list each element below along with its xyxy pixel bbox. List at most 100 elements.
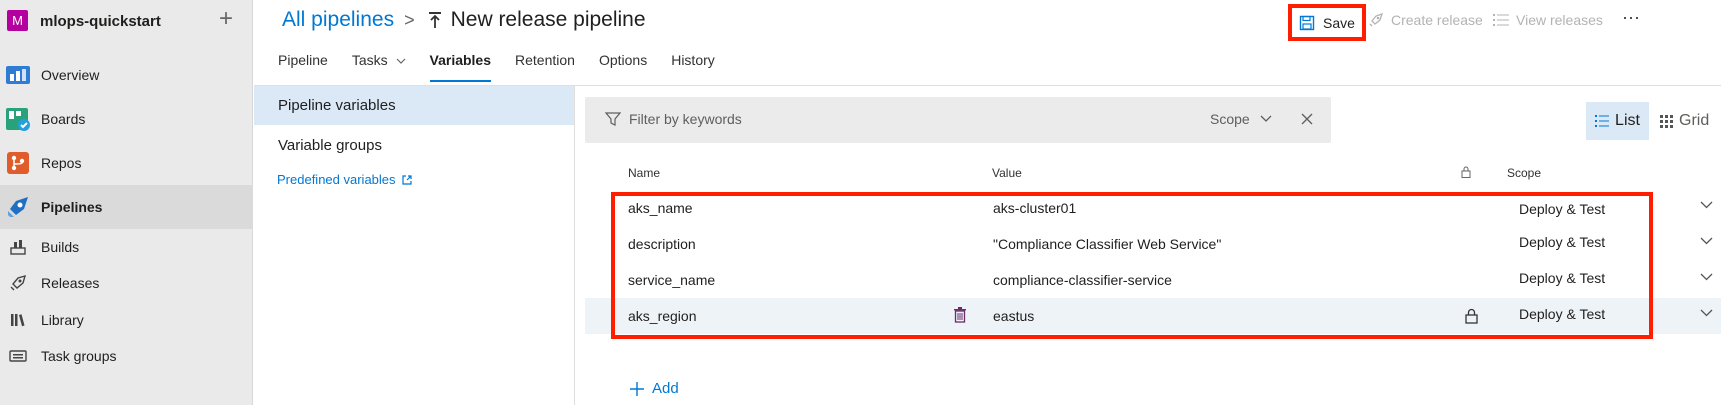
tab-history[interactable]: History <box>671 52 715 84</box>
view-releases-label: View releases <box>1516 12 1603 28</box>
repos-icon <box>7 152 29 174</box>
nav-item-releases[interactable]: Releases <box>0 265 253 301</box>
add-variable-button[interactable]: Add <box>630 380 679 397</box>
left-navigation: M mlops-quickstart + Overview Boards Rep… <box>0 0 253 405</box>
tab-options[interactable]: Options <box>599 52 647 84</box>
list-view-label: List <box>1615 112 1640 129</box>
nav-item-library[interactable]: Library <box>0 302 253 338</box>
chevron-down-icon[interactable] <box>1700 273 1713 281</box>
breadcrumb-all-pipelines[interactable]: All pipelines <box>282 8 394 32</box>
more-actions-icon[interactable]: ⋯ <box>1622 8 1641 29</box>
list-view-button[interactable]: List <box>1586 102 1649 140</box>
save-button[interactable]: Save <box>1288 4 1366 41</box>
variable-value[interactable]: aks-cluster01 <box>993 200 1076 216</box>
nav-label: Pipelines <box>41 199 103 215</box>
chevron-down-icon[interactable] <box>1700 309 1713 317</box>
column-header-name: Name <box>628 166 661 180</box>
table-row[interactable]: description "Compliance Classifier Web S… <box>585 226 1721 262</box>
variable-name[interactable]: service_name <box>628 272 715 288</box>
library-icon <box>11 314 25 327</box>
tab-tasks-label: Tasks <box>351 52 388 68</box>
tab-pipeline[interactable]: Pipeline <box>278 52 328 84</box>
org-header[interactable]: M mlops-quickstart + <box>0 0 253 44</box>
variable-scope[interactable]: Deploy & Test <box>1519 234 1605 250</box>
list-icon <box>1493 14 1509 26</box>
plus-icon <box>630 381 644 396</box>
overview-icon <box>6 66 30 84</box>
scope-dropdown[interactable]: Scope <box>1210 111 1272 127</box>
task-groups-icon <box>9 350 27 362</box>
grid-view-label: Grid <box>1679 112 1710 129</box>
variable-value[interactable]: eastus <box>993 308 1034 324</box>
save-icon <box>1299 15 1315 30</box>
create-release-button[interactable]: Create release <box>1368 12 1483 28</box>
view-releases-button[interactable]: View releases <box>1493 12 1603 28</box>
table-row[interactable]: aks_name aks-cluster01 Deploy & Test <box>585 190 1721 226</box>
external-link-icon <box>401 174 412 185</box>
nav-item-builds[interactable]: Builds <box>0 229 253 265</box>
tab-tasks[interactable]: Tasks <box>352 52 406 84</box>
tab-bar: Pipeline Tasks Variables Retention Optio… <box>278 52 739 84</box>
nav-item-repos[interactable]: Repos <box>0 141 253 185</box>
nav-item-boards[interactable]: Boards <box>0 97 253 141</box>
predefined-variables-link[interactable]: Predefined variables <box>277 172 412 187</box>
pipeline-variables-item[interactable]: Pipeline variables <box>254 86 574 125</box>
panel-divider <box>574 86 575 405</box>
nav-label: Library <box>41 312 84 328</box>
lock-icon[interactable] <box>1465 308 1478 324</box>
nav-label: Builds <box>41 239 80 255</box>
nav-item-pipelines[interactable]: Pipelines <box>0 185 253 229</box>
nav-label: Repos <box>41 155 82 171</box>
variable-scope[interactable]: Deploy & Test <box>1519 201 1605 217</box>
table-row[interactable]: service_name compliance-classifier-servi… <box>585 262 1721 298</box>
add-label: Add <box>652 380 679 397</box>
nav-label: Task groups <box>41 348 117 364</box>
scope-label: Scope <box>1210 111 1250 127</box>
variable-name[interactable]: aks_name <box>628 200 693 216</box>
nav-item-task-groups[interactable]: Task groups <box>0 338 253 374</box>
variable-scope[interactable]: Deploy & Test <box>1519 306 1605 322</box>
lock-icon <box>1461 166 1471 178</box>
nav-label: Boards <box>41 111 86 127</box>
org-name[interactable]: mlops-quickstart <box>40 13 161 30</box>
close-icon[interactable] <box>1300 112 1314 126</box>
pipelines-icon <box>8 197 28 217</box>
org-avatar: M <box>7 10 28 31</box>
tab-retention[interactable]: Retention <box>515 52 575 84</box>
breadcrumb-separator: > <box>404 9 415 30</box>
column-header-value: Value <box>992 166 1022 180</box>
builds-icon <box>10 240 26 255</box>
tab-variables[interactable]: Variables <box>429 52 491 84</box>
releases-icon <box>10 274 27 291</box>
rocket-icon <box>1369 12 1384 27</box>
add-icon[interactable]: + <box>219 7 233 31</box>
table-row[interactable]: aks_region eastus Deploy & Test <box>585 298 1721 334</box>
chevron-down-icon <box>396 58 405 65</box>
variable-scope[interactable]: Deploy & Test <box>1519 270 1605 286</box>
chevron-down-icon <box>1260 115 1272 122</box>
nav-label: Releases <box>41 275 100 291</box>
grid-view-icon <box>1660 114 1673 128</box>
variable-name[interactable]: aks_region <box>628 308 697 324</box>
filter-icon <box>605 112 621 126</box>
delete-icon[interactable] <box>953 307 967 323</box>
variable-name[interactable]: description <box>628 236 696 252</box>
grid-view-button[interactable]: Grid <box>1660 102 1709 140</box>
variable-value[interactable]: compliance-classifier-service <box>993 272 1172 288</box>
page-title[interactable]: New release pipeline <box>451 8 646 32</box>
nav-label: Overview <box>41 67 100 83</box>
nav-item-overview[interactable]: Overview <box>0 53 253 97</box>
release-pipeline-icon <box>428 12 441 28</box>
list-view-icon <box>1595 115 1610 127</box>
chevron-down-icon[interactable] <box>1700 201 1713 209</box>
boards-icon <box>6 108 30 131</box>
variable-groups-item[interactable]: Variable groups <box>278 137 382 154</box>
chevron-down-icon[interactable] <box>1700 237 1713 245</box>
create-release-label: Create release <box>1391 12 1483 28</box>
breadcrumb: All pipelines > New release pipeline <box>282 8 646 32</box>
filter-bar: Filter by keywords Scope <box>585 97 1331 143</box>
variable-value[interactable]: "Compliance Classifier Web Service" <box>993 236 1221 252</box>
column-header-scope: Scope <box>1507 166 1542 180</box>
filter-input[interactable]: Filter by keywords <box>629 111 742 127</box>
pipeline-variables-label: Pipeline variables <box>278 97 396 114</box>
